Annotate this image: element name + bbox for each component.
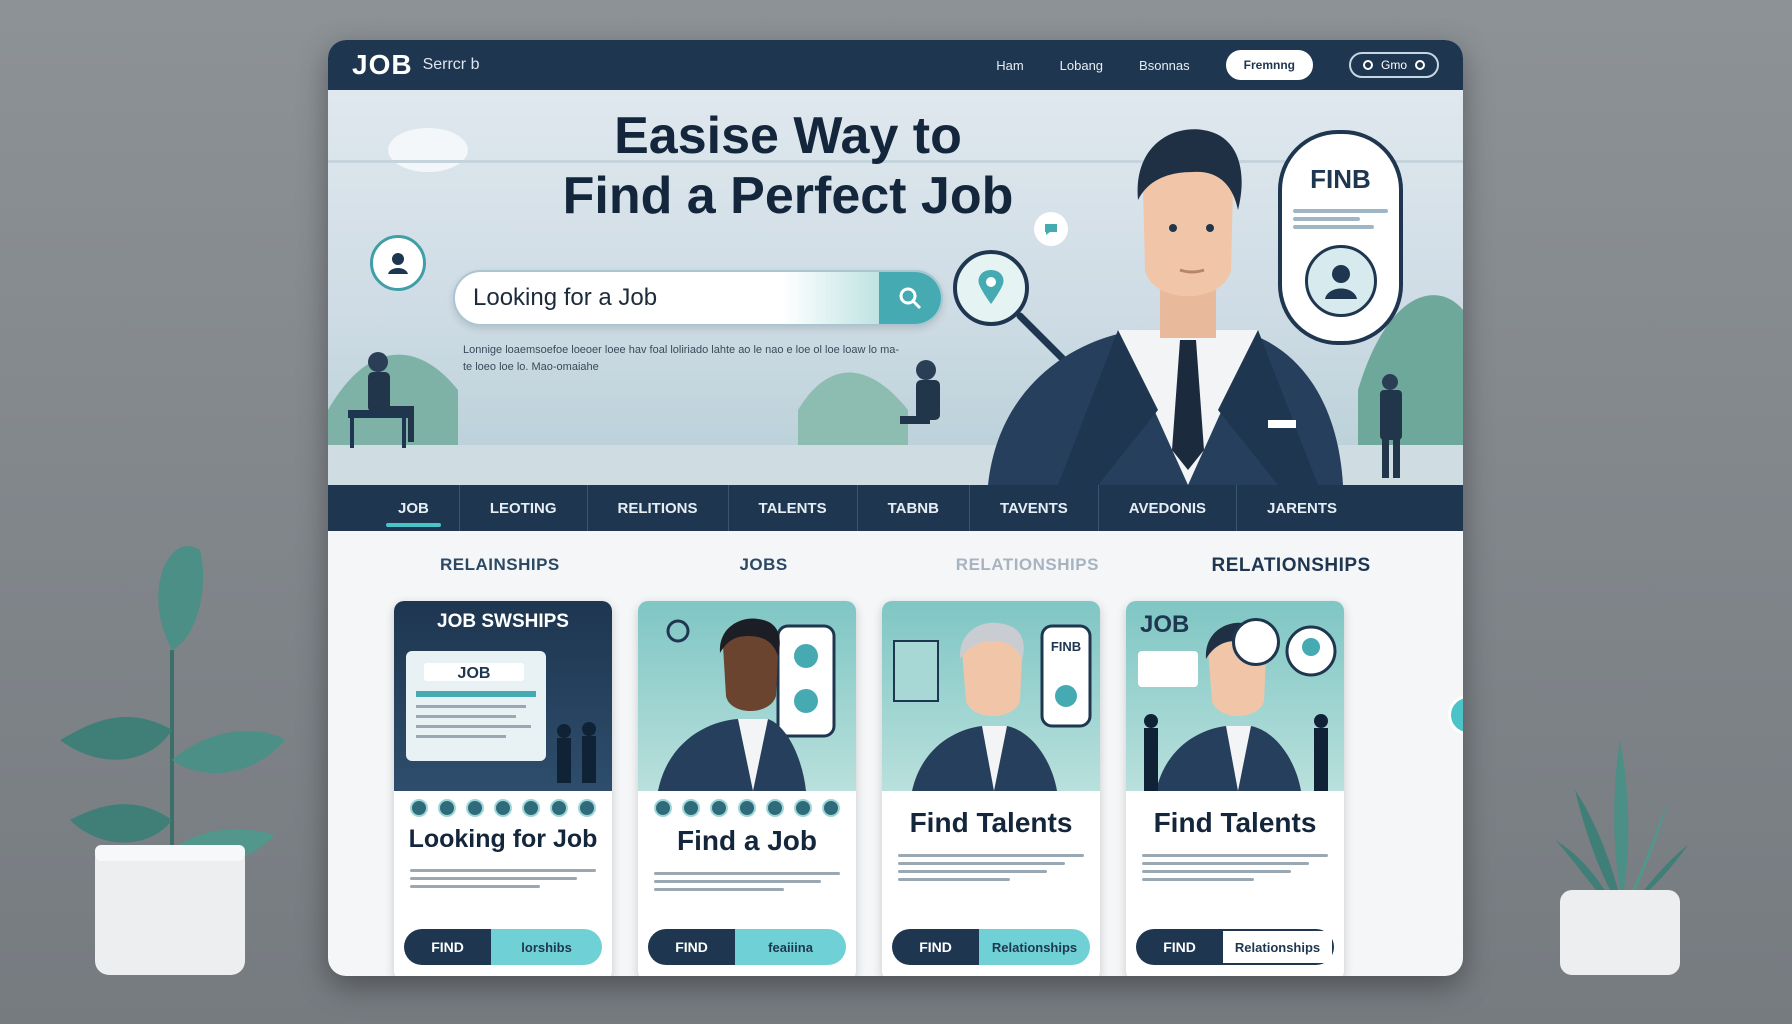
card-description [1126, 839, 1344, 881]
avatar-icon [1304, 245, 1377, 317]
user-icon[interactable] [370, 235, 426, 291]
top-toggle-button[interactable]: Gmo [1348, 52, 1439, 78]
tab-tabnb[interactable]: TABNB [858, 485, 970, 531]
job-search-bar [453, 270, 943, 326]
toggle-dot-icon [1362, 60, 1373, 70]
card-button-secondary[interactable]: feaiiina [735, 929, 846, 965]
search-input-gradient [783, 272, 879, 324]
talent-illustration: FINB [893, 622, 1092, 791]
card-description [638, 857, 856, 891]
card-button-find[interactable]: FIND [1136, 929, 1224, 965]
search-button[interactable] [878, 272, 941, 324]
hero-banner: Easise Way to Find a Perfect Job Lonnige… [328, 90, 1463, 485]
feature-card-find-a-job[interactable]: Find a Job FIND feaiiina [638, 601, 856, 976]
card-button-secondary[interactable]: Relationships [979, 929, 1090, 965]
card-banner-label: JOB SWSHIPS [437, 611, 569, 632]
card-button-find[interactable]: FIND [404, 929, 492, 965]
card-icon-row [1126, 791, 1344, 803]
section-heading: RELAINSHIPS [439, 555, 560, 574]
search-icon [899, 287, 921, 310]
tab-job[interactable]: JOB [368, 485, 460, 531]
card-illustration [638, 601, 856, 791]
tab-talents[interactable]: TALENTS [729, 485, 858, 531]
toggle-dot-icon [1415, 60, 1425, 70]
top-nav-item-home[interactable]: Ham [996, 58, 1023, 73]
card-title: Looking for Job [408, 825, 598, 853]
card-button-secondary[interactable]: Relationships [1223, 929, 1334, 965]
card-button-find[interactable]: FIND [892, 929, 980, 965]
card-action-button[interactable]: FIND Relationships [892, 929, 1090, 965]
card-title: Find Talents [909, 807, 1073, 838]
card-icon-row [394, 791, 612, 821]
hero-description: Lonnige loaemsoefoe loeoer loee hav foal… [463, 344, 900, 373]
card-action-button[interactable]: FIND feaiiina [648, 929, 846, 965]
feature-card-looking-for-job[interactable]: JOB SWSHIPS JOB Looking for Job FIND lor… [394, 601, 612, 976]
tab-relitions[interactable]: RELITIONS [588, 485, 729, 531]
card-illustration: JOB SWSHIPS JOB [394, 601, 612, 791]
profile-card-title: FINB [1310, 164, 1371, 194]
section-headings: RELAINSHIPS JOBS RELATIONSHIPS RELATIONS… [328, 531, 1463, 591]
feature-card-find-talents-2[interactable]: JOB Find Talents FIND Relationships [1126, 601, 1344, 976]
card-icon-row [882, 791, 1100, 803]
tab-tavents[interactable]: TAVENTS [970, 485, 1099, 531]
job-search-input[interactable] [455, 272, 783, 324]
card-action-button[interactable]: FIND lorshibs [404, 929, 602, 965]
card-illustration: FINB [882, 601, 1100, 791]
browser-window: JOB Serrcr b Ham Lobang Bsonnas Fremnng … [328, 40, 1463, 976]
category-tabs: JOB LEOTING RELITIONS TALENTS TABNB TAVE… [328, 485, 1463, 531]
card-button-secondary[interactable]: lorshibs [491, 929, 602, 965]
sign-in-button[interactable]: Fremnng [1225, 50, 1313, 80]
section-heading: RELATIONSHIPS [955, 555, 1099, 574]
top-nav-item-business[interactable]: Bsonnas [1139, 58, 1190, 73]
site-logo[interactable]: JOB [352, 49, 413, 81]
profile-card-lines [1293, 205, 1388, 233]
card-description [394, 854, 612, 888]
svg-text:JOB: JOB [458, 665, 491, 682]
card-title: Find a Job [677, 825, 817, 856]
tab-leoting[interactable]: LEOTING [460, 485, 588, 531]
section-heading: RELATIONSHIPS [1211, 555, 1371, 576]
top-navigation-bar: JOB Serrcr b Ham Lobang Bsonnas Fremnng … [328, 40, 1463, 90]
tab-jarents[interactable]: JARENTS [1237, 485, 1367, 531]
top-nav-links: Ham Lobang Bsonnas Fremnng Gmo [996, 50, 1439, 80]
carousel-next-button[interactable] [1232, 618, 1280, 666]
brand-subtitle: Serrcr b [422, 56, 480, 73]
card-icon-row [638, 791, 856, 821]
tab-avedonis[interactable]: AVEDONIS [1099, 485, 1237, 531]
svg-text:FINB: FINB [1051, 639, 1081, 654]
card-description [882, 839, 1100, 881]
plant-decoration-right [1555, 740, 1688, 975]
card-action-button[interactable]: FIND Relationships [1136, 929, 1334, 965]
card-title: Find Talents [1153, 807, 1317, 838]
job-document-illustration: JOB [406, 651, 596, 783]
professional-illustration [658, 618, 836, 791]
toggle-label: Gmo [1380, 58, 1407, 72]
card-button-find[interactable]: FIND [648, 929, 736, 965]
feature-card-find-talents[interactable]: FINB Find Talents FIND Relationships [882, 601, 1100, 976]
profile-search-card[interactable]: FINB [1278, 130, 1403, 345]
plant-decoration-left [60, 546, 285, 975]
top-nav-item-jobs[interactable]: Lobang [1060, 58, 1103, 73]
section-heading: JOBS [739, 555, 788, 574]
feature-cards: JOB SWSHIPS JOB Looking for Job FIND lor… [328, 591, 1463, 976]
